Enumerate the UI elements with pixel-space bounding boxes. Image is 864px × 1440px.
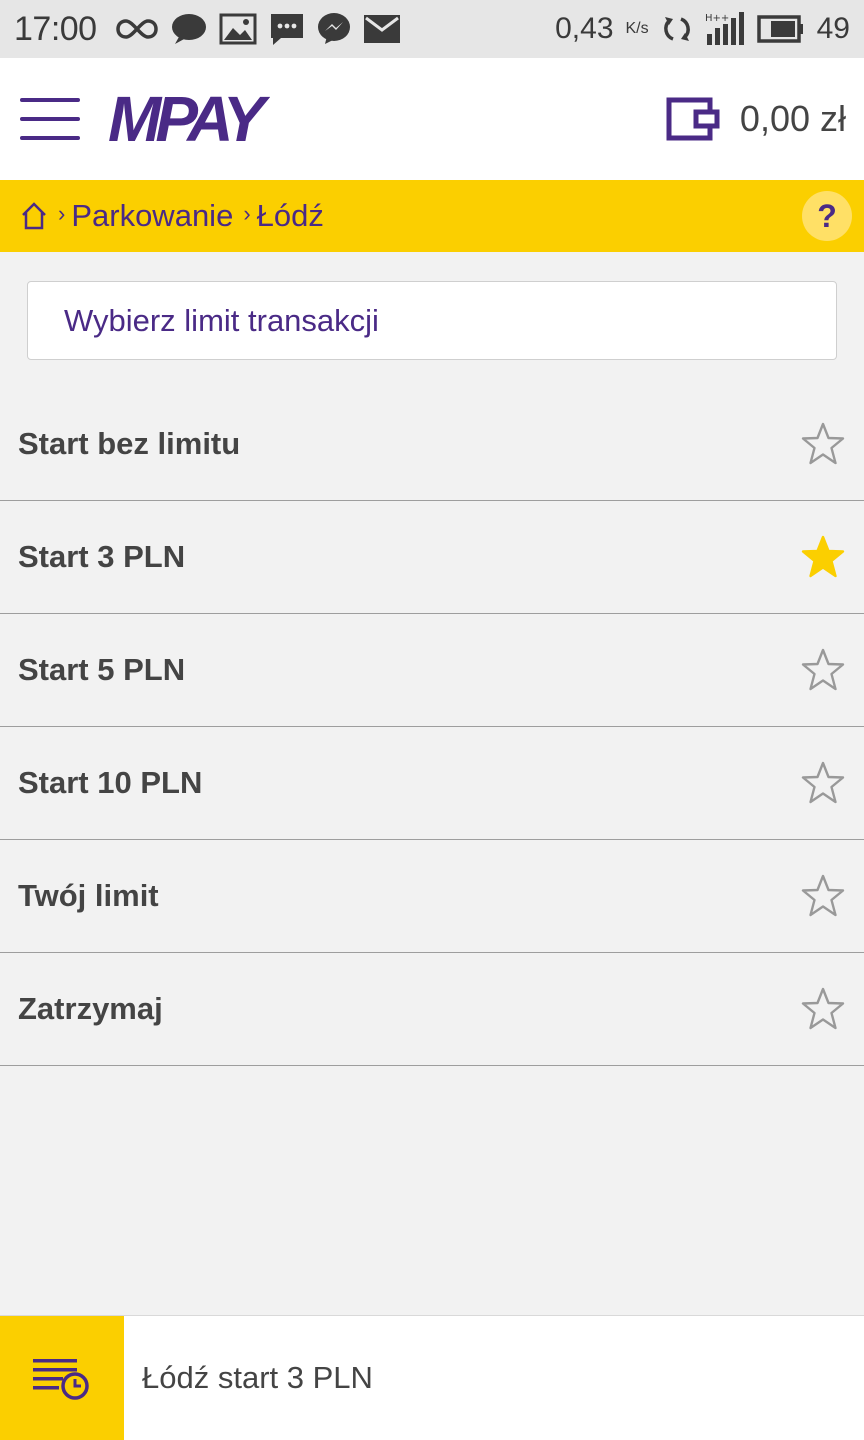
app-header: MPAY 0,00 zł — [0, 58, 864, 180]
list-item-label: Start bez limitu — [18, 426, 241, 461]
menu-icon-line — [20, 117, 80, 121]
status-time: 17:00 — [14, 9, 97, 48]
sync-icon — [663, 17, 690, 41]
signal-icon: H++ — [705, 12, 744, 45]
active-transaction-text: Łódź start 3 PLN — [142, 1360, 373, 1395]
battery-level: 49 — [816, 12, 850, 45]
list-item-label: Start 10 PLN — [18, 765, 203, 800]
svg-text:H++: H++ — [705, 13, 729, 24]
history-button[interactable] — [0, 1315, 124, 1440]
list-item-label: Start 3 PLN — [18, 539, 186, 574]
status-bar: 17:00 0,43 K/s H++ 49 — [0, 0, 864, 58]
messenger-icon — [317, 13, 350, 44]
list-item-label: Start 5 PLN — [18, 652, 186, 687]
logo-text: MPAY — [108, 89, 270, 149]
sms-icon — [270, 14, 303, 45]
chevron-right-icon: › — [58, 201, 66, 226]
star-outline-icon[interactable] — [800, 986, 846, 1032]
list-item-start-bez-limitu[interactable]: Start bez limitu — [0, 388, 864, 501]
chevron-right-icon: › — [243, 201, 251, 226]
star-outline-icon[interactable] — [800, 647, 846, 693]
network-speed-unit: K/s — [625, 20, 649, 37]
balance-amount: 0,00 zł — [739, 98, 846, 139]
breadcrumb-item-lodz[interactable]: Łódź — [257, 198, 324, 234]
transaction-limit-select[interactable]: Wybierz limit transakcji — [27, 281, 837, 360]
list-item-start-5-pln[interactable]: Start 5 PLN — [0, 614, 864, 727]
list-item-zatrzymaj[interactable]: Zatrzymaj — [0, 953, 864, 1066]
star-outline-icon[interactable] — [800, 760, 846, 806]
chat-bubble-icon — [171, 14, 206, 44]
mail-icon — [363, 15, 400, 43]
menu-button[interactable] — [20, 98, 80, 140]
battery-icon — [756, 15, 803, 43]
list-item-start-10-pln[interactable]: Start 10 PLN — [0, 727, 864, 840]
wallet-balance[interactable]: 0,00 zł — [666, 97, 846, 141]
breadcrumb-home[interactable] — [20, 200, 48, 232]
image-icon — [219, 13, 257, 45]
star-outline-icon[interactable] — [800, 873, 846, 919]
menu-icon-line — [20, 136, 80, 140]
list-item-label: Twój limit — [18, 878, 159, 913]
select-label: Wybierz limit transakcji — [64, 302, 379, 338]
breadcrumb: › Parkowanie › Łódź ? — [0, 180, 864, 252]
wallet-icon — [666, 97, 720, 141]
breadcrumb-item-parkowanie[interactable]: Parkowanie — [71, 198, 233, 234]
star-filled-icon[interactable] — [800, 534, 846, 580]
list-item-twoj-limit[interactable]: Twój limit — [0, 840, 864, 953]
help-button[interactable]: ? — [802, 191, 852, 241]
list-clock-icon — [33, 1359, 89, 1400]
infinity-icon — [115, 19, 158, 39]
mpay-logo[interactable]: MPAY — [108, 89, 270, 149]
menu-icon-line — [20, 98, 80, 102]
home-icon — [22, 202, 46, 230]
network-speed: 0,43 — [555, 12, 614, 45]
active-transaction-bar[interactable]: Łódź start 3 PLN — [0, 1315, 864, 1440]
list-item-start-3-pln[interactable]: Start 3 PLN — [0, 501, 864, 614]
star-outline-icon[interactable] — [800, 421, 846, 467]
limit-list: Start bez limitu Start 3 PLN Start 5 PLN… — [0, 388, 864, 1066]
list-item-label: Zatrzymaj — [18, 991, 163, 1026]
